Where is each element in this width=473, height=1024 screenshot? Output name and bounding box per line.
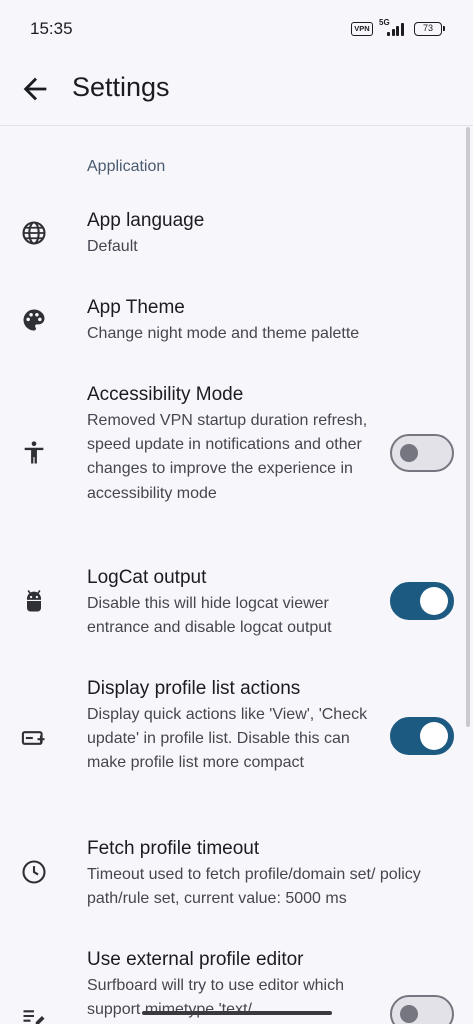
globe-icon (20, 219, 48, 247)
accessibility-mode-toggle[interactable] (390, 434, 454, 472)
toggle-knob (420, 722, 448, 750)
setting-title: Fetch profile timeout (87, 838, 260, 859)
setting-title: Accessibility Mode (87, 384, 244, 405)
setting-logcat-output[interactable]: LogCat output Disable this will hide log… (0, 567, 466, 637)
settings-list: Application App language Default App The… (0, 127, 473, 1024)
setting-title: Display profile list actions (87, 678, 301, 699)
setting-app-language[interactable]: App language Default (0, 210, 466, 270)
setting-display-profile-list-actions[interactable]: Display profile list actions Display qui… (0, 678, 466, 798)
page-title: Settings (72, 72, 170, 102)
setting-summary: Surfboard will try to use editor which s… (87, 977, 344, 1019)
setting-summary: Change night mode and theme palette (87, 325, 360, 342)
toggle-knob (400, 444, 418, 462)
battery-icon: 73 (414, 22, 445, 36)
display-profile-list-actions-toggle[interactable] (390, 717, 454, 755)
setting-summary: Default (87, 238, 138, 255)
palette-icon (20, 306, 48, 334)
setting-summary: Disable this will hide logcat viewer ent… (87, 595, 332, 637)
settings-screen: 15:35 VPN 5G 73 Settings Application App… (0, 0, 473, 1024)
android-icon (20, 587, 48, 615)
external-profile-editor-toggle[interactable] (390, 995, 454, 1024)
edit-note-icon (20, 1002, 48, 1024)
setting-fetch-profile-timeout[interactable]: Fetch profile timeout Timeout used to fe… (0, 838, 466, 908)
arrow-back-icon[interactable] (18, 72, 52, 106)
setting-accessibility-mode[interactable]: Accessibility Mode Removed VPN startup d… (0, 384, 466, 529)
status-bar: 15:35 VPN 5G 73 (0, 0, 473, 60)
accessibility-icon (20, 439, 48, 467)
setting-summary: Removed VPN startup duration refresh, sp… (87, 412, 368, 502)
vpn-icon: VPN (351, 22, 373, 36)
clock-icon (20, 858, 48, 886)
toggle-knob (400, 1005, 418, 1023)
setting-title: App Theme (87, 297, 185, 318)
top-app-bar: Settings (0, 60, 473, 126)
setting-title: Use external profile editor (87, 949, 304, 970)
setting-summary: Timeout used to fetch profile/domain set… (87, 866, 421, 908)
setting-summary: Display quick actions like 'View', 'Chec… (87, 706, 368, 772)
cellular-signal-icon: 5G (379, 18, 407, 38)
setting-app-theme[interactable]: App Theme Change night mode and theme pa… (0, 297, 466, 357)
gesture-navigation-bar[interactable] (142, 1011, 332, 1015)
add-to-list-icon (20, 724, 48, 752)
status-time: 15:35 (30, 19, 73, 38)
setting-title: LogCat output (87, 567, 207, 588)
setting-title: App language (87, 210, 205, 231)
logcat-output-toggle[interactable] (390, 582, 454, 620)
section-header-application: Application (87, 158, 166, 175)
toggle-knob (420, 587, 448, 615)
